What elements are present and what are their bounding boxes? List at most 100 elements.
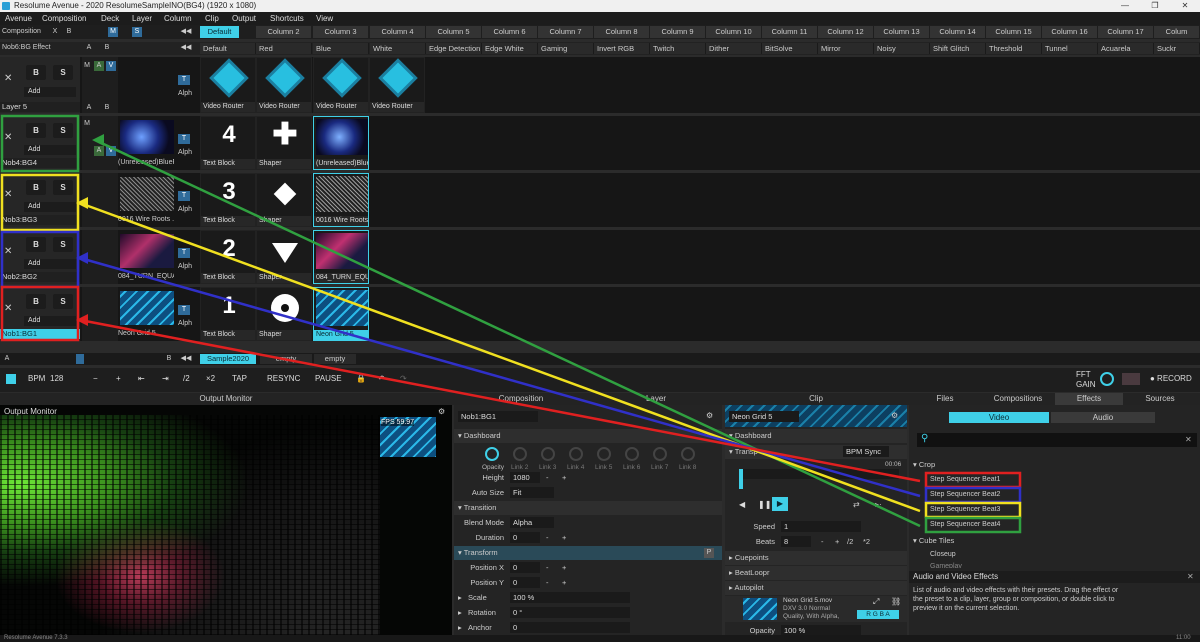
transform-section[interactable]: ▾ Transform P xyxy=(454,546,722,560)
height-value[interactable]: 1080 xyxy=(510,472,540,483)
transport-section[interactable]: ▾ Transp BPM Sync xyxy=(725,445,907,459)
link-knob[interactable] xyxy=(513,447,527,461)
deck-tab[interactable]: empty xyxy=(314,354,356,364)
clip-cell[interactable]: Video Router xyxy=(256,57,312,113)
chevron-right-icon[interactable]: ▸ xyxy=(458,591,462,605)
column-header[interactable]: Column 10 xyxy=(706,26,762,38)
add-dropdown[interactable]: Add xyxy=(24,202,76,212)
position-y-value[interactable]: 0 xyxy=(510,577,540,588)
t-button[interactable]: T xyxy=(178,75,190,85)
column-header[interactable]: Column 6 xyxy=(482,26,538,38)
clip-cell[interactable]: 084_TURN_EQUAL... xyxy=(313,230,369,284)
beats-minus-button[interactable]: - xyxy=(821,535,824,549)
v-button[interactable]: V xyxy=(106,146,116,156)
column-header[interactable]: Column 13 xyxy=(874,26,930,38)
alpha-toggle[interactable]: Alph xyxy=(174,148,196,158)
a-button[interactable]: A xyxy=(94,61,104,71)
files-tab[interactable]: Files xyxy=(909,393,981,405)
gear-icon[interactable]: ⚙ xyxy=(438,407,445,416)
nudge-forward-button[interactable]: ⇥ xyxy=(162,374,169,383)
bpm-sync-dropdown[interactable]: BPM Sync xyxy=(843,446,889,457)
play-backward-button[interactable]: ◀ xyxy=(739,500,745,509)
link-knob[interactable] xyxy=(569,447,583,461)
layer-name[interactable]: Layer 5 xyxy=(0,102,80,112)
autosize-dropdown[interactable]: Fit xyxy=(510,487,554,498)
link-knob[interactable] xyxy=(625,447,639,461)
minus-button[interactable]: - xyxy=(546,576,549,590)
composition-tab[interactable]: Composition xyxy=(454,393,588,405)
beats-value[interactable]: 8 xyxy=(781,536,811,547)
column-header[interactable]: Default xyxy=(200,26,240,38)
clip-tab[interactable]: Clip xyxy=(725,393,907,405)
clip-cell[interactable]: Video Router xyxy=(369,57,425,113)
beatloopr-section[interactable]: ▸ BeatLoopr xyxy=(725,566,907,580)
layer-name[interactable]: Nob4:BG4 xyxy=(0,158,80,168)
solo-button[interactable]: S xyxy=(53,123,73,138)
effect-clip-name[interactable]: Default xyxy=(200,43,256,54)
redo-icon[interactable]: ↷ xyxy=(400,374,407,383)
bypass-button[interactable]: B xyxy=(26,237,46,252)
deck-tab[interactable]: Sample2020 xyxy=(200,354,256,364)
comp-s-button[interactable]: S xyxy=(132,27,142,37)
column-header[interactable]: Column 12 xyxy=(818,26,874,38)
clear-layer-button[interactable]: ✕ xyxy=(4,246,12,257)
preset-button[interactable]: P xyxy=(704,548,714,558)
clip-cell[interactable]: 0016 Wire Roots ... xyxy=(313,173,369,227)
sources-tab[interactable]: Sources xyxy=(1124,393,1196,405)
half-bpm-button[interactable]: /2 xyxy=(183,374,190,383)
crossfader-handle[interactable] xyxy=(76,354,84,364)
volume-meter[interactable] xyxy=(1122,373,1140,385)
effect-clip-name[interactable]: Edge Detection xyxy=(426,43,482,54)
tap-button[interactable]: TAP xyxy=(232,374,247,383)
rotation-slider[interactable]: 0 ° xyxy=(510,607,630,618)
gain-knob[interactable] xyxy=(1100,372,1114,386)
v-button[interactable]: V xyxy=(106,61,116,71)
clip-cell[interactable]: 1 Text Block xyxy=(200,287,256,341)
layer-name[interactable]: Nob1:BG1 xyxy=(0,329,80,339)
column-header[interactable]: Column 17 xyxy=(1098,26,1154,38)
comp-bypass-button[interactable]: B xyxy=(64,27,74,37)
clip-cell[interactable]: ✚ Shaper xyxy=(256,116,312,170)
add-dropdown[interactable]: Add xyxy=(24,316,76,326)
metronome-icon[interactable] xyxy=(6,374,16,384)
gear-icon[interactable]: ⚙ xyxy=(706,411,713,420)
menu-shortcuts[interactable]: Shortcuts xyxy=(270,12,304,25)
clear-layer-button[interactable]: ✕ xyxy=(4,303,12,314)
clip-cell[interactable]: (Unreleased)BlueF... xyxy=(313,116,369,170)
plus-button[interactable]: + xyxy=(562,561,566,575)
effect-preset[interactable]: Step Sequencer Beat3 xyxy=(927,504,1027,516)
alpha-toggle[interactable]: Alph xyxy=(174,319,196,329)
alpha-toggle[interactable]: Alph xyxy=(174,262,196,272)
column-header[interactable]: Column 14 xyxy=(930,26,986,38)
column-header[interactable]: Column 16 xyxy=(1042,26,1098,38)
clear-search-icon[interactable]: ✕ xyxy=(1185,435,1192,444)
autopilot-section[interactable]: ▸ Autopilot xyxy=(725,581,907,595)
clear-layer-button[interactable]: ✕ xyxy=(4,132,12,143)
effect-preset[interactable]: Step Sequencer Beat1 xyxy=(927,474,1027,486)
clip-cell[interactable]: Video Router xyxy=(313,57,369,113)
layer-name-field[interactable]: Nob1:BG1 xyxy=(458,411,538,422)
minus-button[interactable]: - xyxy=(546,471,549,485)
transition-section[interactable]: ▾ Transition xyxy=(454,501,722,515)
beats-double-button[interactable]: *2 xyxy=(863,535,870,549)
effect-clip-name[interactable]: Threshold xyxy=(986,43,1042,54)
pause-button[interactable]: ❚❚ xyxy=(758,500,771,509)
clip-cell[interactable]: Shaper xyxy=(256,173,312,227)
clip-cell[interactable]: Neon Grid 5 xyxy=(313,287,369,341)
column-header[interactable]: Column 7 xyxy=(538,26,594,38)
expand-icon[interactable]: ⤢ xyxy=(873,597,879,607)
column-scroll-arrows[interactable]: ◀◀ xyxy=(176,27,196,37)
beats-half-button[interactable]: /2 xyxy=(847,535,853,549)
deck-tab[interactable]: empty xyxy=(260,354,312,364)
column-header[interactable]: Column 3 xyxy=(313,26,369,38)
effect-clip-name[interactable]: Tunnel xyxy=(1042,43,1098,54)
bpm-plus-button[interactable]: + xyxy=(116,374,121,383)
effect-preset[interactable]: Closeup xyxy=(927,549,1027,561)
add-dropdown[interactable]: Add xyxy=(24,145,76,155)
playhead[interactable] xyxy=(739,469,743,489)
menu-layer[interactable]: Layer xyxy=(132,12,152,25)
chevron-right-icon[interactable]: ▸ xyxy=(458,606,462,620)
comp-clear-button[interactable]: X xyxy=(50,27,60,37)
blend-mode-dropdown[interactable]: Alpha xyxy=(510,517,554,528)
minus-button[interactable]: - xyxy=(546,561,549,575)
